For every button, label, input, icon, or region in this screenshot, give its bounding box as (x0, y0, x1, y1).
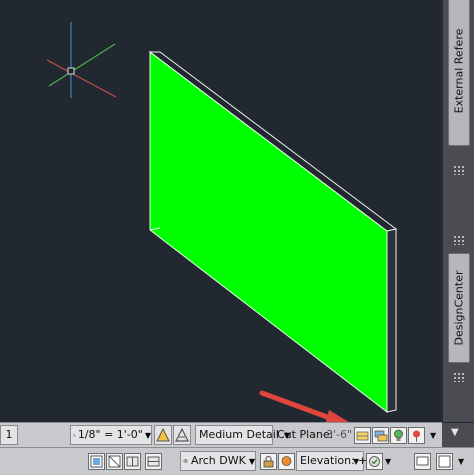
application-status-bar: Arch DWK ▼ Elevation: +0" ▼ ▼ ▼ (0, 447, 474, 475)
workspace-switch-dropdown[interactable]: Arch DWK ▼ (180, 451, 256, 471)
hatch-icon (356, 431, 369, 441)
annotation-scale-value: 1/8" = 1'-0" (77, 428, 143, 441)
external-references-tab[interactable]: External Refere (448, 0, 470, 146)
chevron-down-icon[interactable]: ▼ (458, 457, 464, 466)
clean-screen-icon (369, 456, 380, 467)
model-space (46, 22, 398, 422)
design-center-label: DesignCenter (452, 270, 466, 346)
ucs-icon (46, 22, 117, 98)
lock-icon (263, 456, 274, 468)
pin-icon (413, 430, 420, 442)
layout-icon (108, 455, 121, 468)
annotation-visibility-icon (156, 428, 170, 442)
detail-level-value: Medium Detail (199, 428, 279, 441)
clean-screen-button[interactable] (366, 453, 383, 470)
chevron-down-icon[interactable]: ▼ (353, 457, 359, 466)
isolate-objects-button[interactable] (390, 427, 407, 444)
auto-scale-icon (175, 428, 189, 442)
external-references-label: External Refere (452, 28, 466, 114)
layout-button[interactable] (106, 453, 123, 470)
light-bulb-icon (281, 456, 292, 466)
fullscreen-button[interactable] (436, 453, 453, 470)
chevron-down-icon: ▼ (248, 456, 255, 466)
annotation-scale-dropdown[interactable]: 1/8" = 1'-0" ▼ (70, 425, 152, 445)
wall-object[interactable] (148, 50, 398, 414)
annotation-visibility-button[interactable] (154, 425, 172, 445)
small-button[interactable]: 1 (0, 425, 18, 445)
surface-hatch-toggle[interactable] (354, 427, 371, 444)
layer-key-override-button[interactable] (372, 427, 389, 444)
annotation-arrow (259, 390, 349, 422)
cut-plane-label: Cut Plane: (277, 428, 334, 441)
palette-grip[interactable] (453, 165, 465, 175)
layer-icon (374, 430, 388, 442)
drawings-icon (147, 456, 160, 467)
toolbar-lock-button[interactable] (260, 453, 277, 470)
cut-plane-value[interactable]: 3'-6" (326, 425, 352, 445)
palette-grip[interactable] (453, 372, 465, 382)
design-center-tab[interactable]: DesignCenter (448, 253, 470, 363)
chevron-down-icon: ▼ (144, 430, 151, 440)
monitor-icon (416, 456, 429, 466)
chevron-down-icon[interactable]: ▼ (385, 457, 391, 466)
chevron-down-icon[interactable]: ▼ (430, 431, 436, 440)
quick-view-layouts-button[interactable] (124, 453, 141, 470)
light-bulb-icon (394, 429, 403, 441)
drawing-canvas[interactable] (0, 0, 442, 422)
status-bar-menu-button[interactable] (414, 453, 431, 470)
model-space-button[interactable] (88, 453, 105, 470)
display-configuration-dropdown[interactable]: Medium Detail ▼ (195, 425, 290, 445)
model-icon (90, 455, 103, 468)
auto-scale-button[interactable] (173, 425, 191, 445)
isolate-button[interactable] (278, 453, 295, 470)
red-marker-button[interactable] (408, 427, 425, 444)
chevron-down-icon: ▼ (451, 427, 459, 438)
workspace-value: Arch DWK (190, 454, 246, 467)
palette-strip: External Refere DesignCenter (442, 0, 474, 422)
quick-view-icon (126, 456, 139, 467)
elevation-label: Elevation: (300, 454, 355, 467)
palette-menu-button[interactable]: ▼ (442, 423, 474, 447)
gear-icon (183, 459, 188, 463)
annotation-scale-icon (73, 433, 76, 437)
palette-grip[interactable] (453, 235, 465, 245)
fullscreen-icon (438, 455, 451, 468)
quick-view-drawings-button[interactable] (145, 453, 162, 470)
small-button-label: 1 (5, 428, 13, 441)
drawing-status-bar: 1 1/8" = 1'-0" ▼ Medium Detail ▼ Cut Pla… (0, 422, 442, 447)
